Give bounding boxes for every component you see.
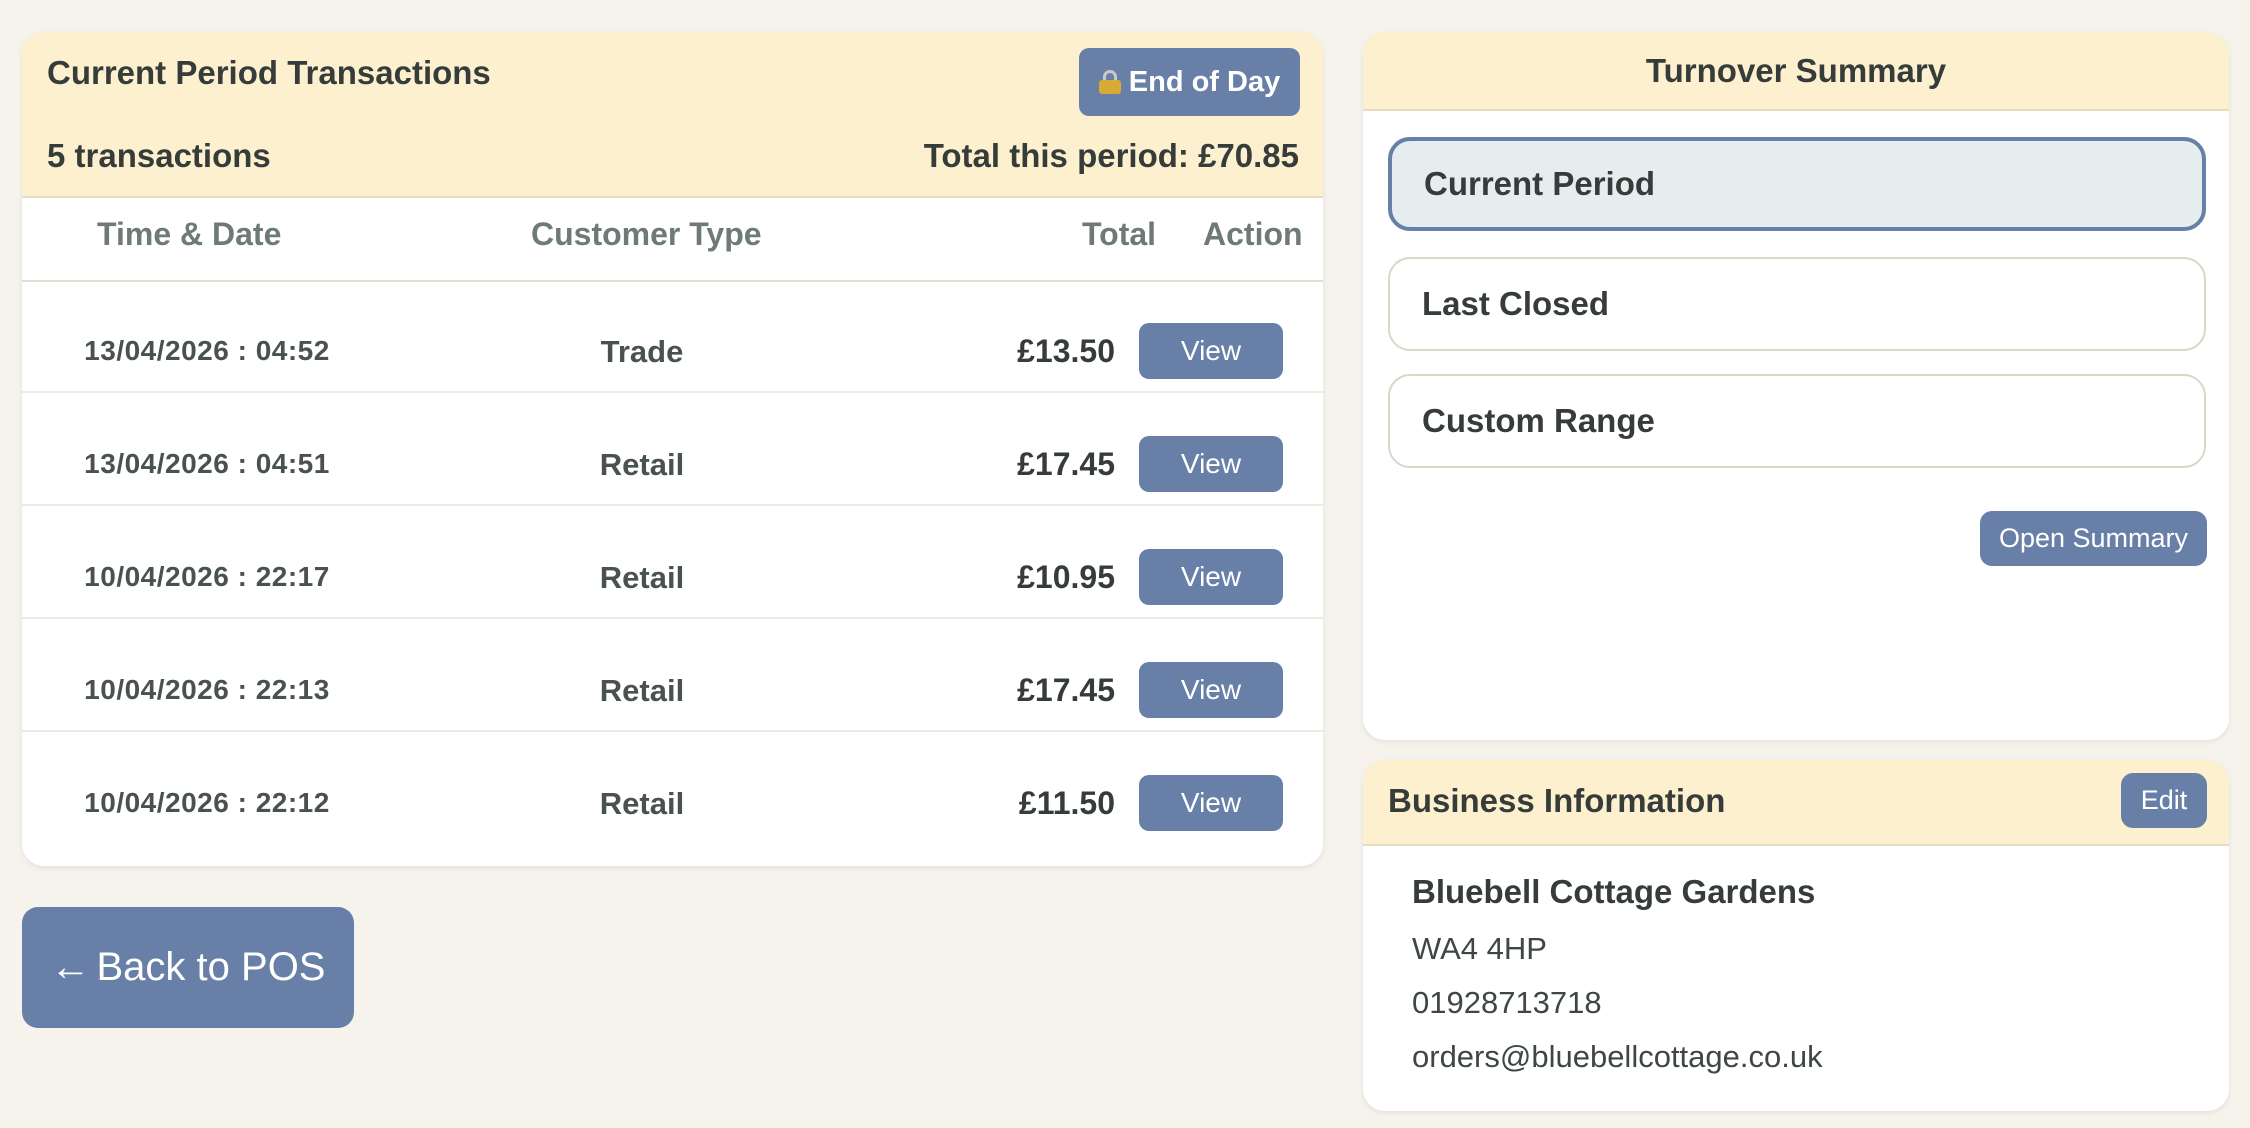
lock-icon (1098, 70, 1121, 94)
transactions-header: Current Period Transactions End of Day 5… (22, 32, 1323, 198)
business-information-title: Business Information (1388, 782, 1726, 819)
row-customer-type: Retail (599, 560, 685, 595)
option-current-period[interactable]: Current Period (1388, 137, 2206, 231)
row-datetime: 10/04/2026 : 22:13 (84, 674, 330, 705)
row-customer-type: Retail (599, 447, 685, 482)
row-total: £17.45 (1017, 446, 1115, 482)
back-to-pos-label: Back to POS (96, 945, 326, 989)
view-button[interactable]: View (1139, 323, 1283, 379)
row-total: £10.95 (1017, 559, 1115, 595)
business-name: Bluebell Cottage Gardens (1412, 873, 1816, 910)
table-row: 10/04/2026 : 22:12 Retail £11.50 View (22, 732, 1323, 845)
column-header-total: Total (1082, 216, 1157, 252)
turnover-summary-title: Turnover Summary (1363, 32, 2229, 111)
back-arrow-icon: ← (50, 945, 91, 989)
row-total: £11.50 (1018, 785, 1115, 821)
view-button[interactable]: View (1139, 662, 1283, 718)
back-to-pos-button[interactable]: ← Back to POS (22, 907, 354, 1028)
row-total: £13.50 (1017, 333, 1115, 369)
business-phone: 01928713718 (1412, 985, 1602, 1020)
transaction-count: 5 transactions (47, 137, 271, 174)
transactions-title: Current Period Transactions (47, 54, 491, 91)
business-information-panel: Business Information Edit Bluebell Cotta… (1363, 760, 2229, 1111)
table-row: 10/04/2026 : 22:17 Retail £10.95 View (22, 506, 1323, 619)
column-header-action: Action (1203, 216, 1303, 252)
edit-button[interactable]: Edit (2121, 773, 2207, 828)
business-postcode: WA4 4HP (1412, 931, 1547, 966)
row-datetime: 13/04/2026 : 04:51 (84, 448, 330, 479)
table-row: 10/04/2026 : 22:13 Retail £17.45 View (22, 619, 1323, 732)
open-summary-button[interactable]: Open Summary (1980, 511, 2207, 566)
row-datetime: 10/04/2026 : 22:12 (84, 787, 330, 818)
row-customer-type: Retail (599, 673, 685, 708)
table-row: 13/04/2026 : 04:51 Retail £17.45 View (22, 393, 1323, 506)
table-row: 13/04/2026 : 04:52 Trade £13.50 View (22, 280, 1323, 393)
end-of-day-label: End of Day (1128, 65, 1281, 98)
transactions-panel: Current Period Transactions End of Day 5… (22, 32, 1323, 866)
row-datetime: 13/04/2026 : 04:52 (84, 335, 330, 366)
period-total: Total this period: £70.85 (923, 137, 1299, 174)
view-button[interactable]: View (1139, 436, 1283, 492)
option-custom-range[interactable]: Custom Range (1388, 374, 2206, 468)
view-button[interactable]: View (1139, 775, 1283, 831)
row-datetime: 10/04/2026 : 22:17 (84, 561, 330, 592)
business-information-header: Business Information Edit (1363, 760, 2229, 846)
end-of-day-button[interactable]: End of Day (1079, 48, 1300, 116)
row-customer-type: Trade (600, 334, 684, 369)
row-customer-type: Retail (599, 786, 685, 821)
column-header-time-date: Time & Date (97, 216, 282, 252)
view-button[interactable]: View (1139, 549, 1283, 605)
business-email: orders@bluebellcottage.co.uk (1412, 1039, 1823, 1074)
option-last-closed[interactable]: Last Closed (1388, 257, 2206, 351)
row-total: £17.45 (1017, 672, 1115, 708)
column-header-customer-type: Customer Type (531, 216, 762, 252)
turnover-summary-panel: Turnover Summary Current Period Last Clo… (1363, 32, 2229, 740)
